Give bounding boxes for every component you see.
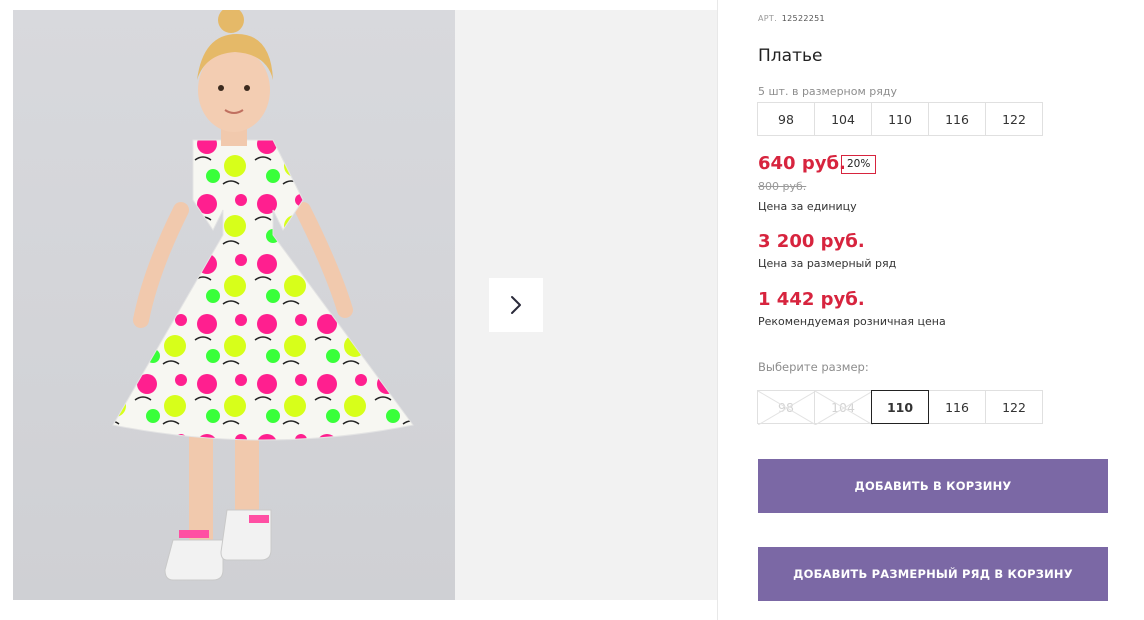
product-gallery [13, 10, 717, 600]
size-selector: 98 104 110 116 122 [757, 390, 1043, 425]
article-number: АРТ. 12522251 [758, 14, 825, 23]
size-option-label: 122 [1002, 399, 1026, 415]
size-row-item: 104 [814, 102, 872, 136]
product-title: Платье [758, 46, 823, 66]
add-size-set-to-cart-button[interactable]: Добавить размерный ряд в корзину [758, 547, 1108, 601]
size-row-item: 98 [757, 102, 815, 136]
size-option-label: 110 [886, 399, 914, 415]
discount-badge: 20% [841, 155, 877, 174]
article-value: 12522251 [781, 14, 825, 23]
size-option-116[interactable]: 116 [928, 390, 986, 424]
old-price: 800 руб. [758, 180, 807, 193]
size-row-item: 116 [928, 102, 986, 136]
size-row-list: 98 104 110 116 122 [757, 102, 1043, 136]
unit-price-caption: Цена за единицу [758, 200, 857, 213]
article-label: АРТ. [758, 14, 777, 23]
add-to-cart-button[interactable]: Добавить в корзину [758, 459, 1108, 513]
gallery-next-button[interactable] [489, 278, 543, 332]
size-option-98: 98 [757, 390, 816, 425]
choose-size-label: Выберите размер: [758, 360, 869, 374]
set-price: 3 200 руб. [758, 231, 865, 252]
recommended-price: 1 442 руб. [758, 289, 865, 310]
unavailable-cross-icon [815, 391, 873, 425]
size-row-item: 110 [871, 102, 929, 136]
size-row-note: 5 шт. в размерном ряду [758, 85, 897, 98]
unit-price: 640 руб. [758, 153, 846, 174]
recommended-price-caption: Рекомендуемая розничная цена [758, 315, 946, 328]
size-option-122[interactable]: 122 [985, 390, 1043, 424]
chevron-right-icon [511, 296, 521, 314]
product-photo-illustration [112, 10, 414, 581]
product-photo[interactable] [13, 10, 455, 600]
size-option-110[interactable]: 110 [871, 390, 929, 424]
unavailable-cross-icon [758, 391, 816, 425]
size-option-label: 116 [945, 399, 969, 415]
size-row-item: 122 [985, 102, 1043, 136]
size-option-104: 104 [814, 390, 873, 425]
panel-divider [717, 0, 718, 620]
set-price-caption: Цена за размерный ряд [758, 257, 897, 270]
